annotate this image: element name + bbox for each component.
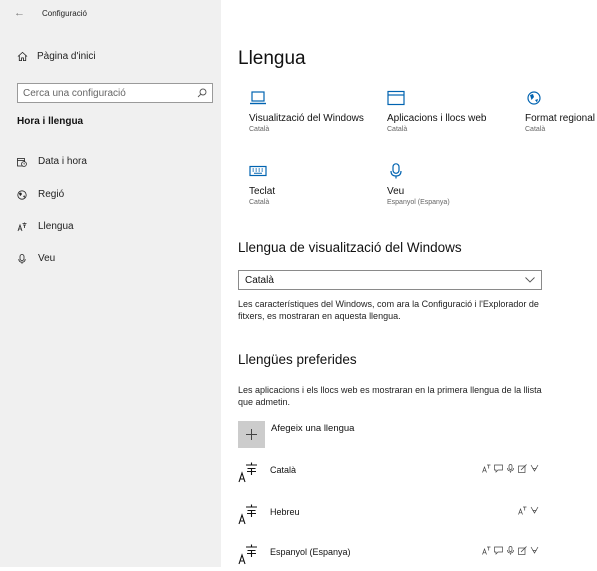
window-title: Configuració: [42, 8, 87, 18]
tile-sub: Català: [249, 126, 270, 133]
language-glyph-icon: [238, 504, 257, 525]
sidebar-item-voice[interactable]: Veu: [17, 253, 55, 264]
language-features: [482, 546, 539, 555]
speech-icon: [494, 464, 503, 473]
globe-settings-icon: [527, 91, 541, 105]
handwriting-icon: [518, 464, 527, 473]
display-language-heading: Llengua de visualització del Windows: [238, 240, 462, 255]
tile-keyboard[interactable]: Teclat Català: [249, 163, 384, 208]
sidebar-item-region[interactable]: Regió: [17, 189, 64, 200]
search-input[interactable]: [23, 87, 197, 99]
search-box[interactable]: [17, 83, 213, 103]
tile-sub: Català: [387, 126, 408, 133]
language-icon: [17, 222, 27, 231]
add-language-plus[interactable]: [238, 421, 265, 448]
preferred-languages-description: Les aplicacions i els llocs web es mostr…: [238, 385, 542, 407]
language-pack-icon: [482, 546, 491, 555]
handwriting-icon: [518, 546, 527, 555]
language-glyph-icon: [238, 462, 257, 483]
section-heading: Hora i llengua: [17, 116, 84, 127]
voice-icon: [507, 546, 514, 555]
sidebar-item-label: Llengua: [38, 221, 74, 232]
language-row-catalan[interactable]: Català: [238, 461, 553, 489]
language-name: Català: [270, 465, 297, 475]
page-title: Llengua: [238, 48, 306, 69]
language-pack-icon: [518, 506, 527, 515]
home-label: Pàgina d'inici: [37, 51, 96, 62]
tile-sub: Català: [249, 199, 270, 206]
language-pack-icon: [482, 464, 491, 473]
sidebar-item-label: Data i hora: [38, 156, 87, 167]
tile-voice[interactable]: Veu Espanyol (Espanya): [387, 163, 522, 208]
language-features: [518, 506, 539, 515]
globe-region-icon: [17, 189, 27, 200]
sidebar-item-label: Veu: [38, 253, 56, 264]
add-language-label: Afegeix una llengua: [271, 423, 355, 434]
speech-icon: [494, 546, 503, 555]
language-row-hebrew[interactable]: Hebreu: [238, 503, 553, 531]
add-language-button[interactable]: Afegeix una llengua: [238, 421, 354, 448]
tile-regional-format[interactable]: Format regional Català: [525, 90, 597, 135]
sidebar-home[interactable]: Pàgina d'inici: [17, 51, 96, 62]
language-name: Hebreu: [270, 507, 300, 517]
plus-icon: [246, 429, 257, 440]
sidebar-item-language[interactable]: Llengua: [17, 221, 74, 232]
main-content: Llengua Visualització del Windows Català…: [221, 0, 597, 567]
tile-sub: Espanyol (Espanya): [387, 199, 450, 206]
home-icon: [17, 51, 28, 62]
display-language-description: Les característiques del Windows, com ar…: [238, 299, 539, 321]
sidebar-item-date-time[interactable]: Data i hora: [17, 156, 87, 167]
sidebar-item-label: Regió: [38, 189, 65, 200]
tile-sub: Català: [525, 126, 546, 133]
browser-window-icon: [387, 90, 405, 106]
spelling-icon: [530, 464, 539, 472]
title-bar: ← Configuració: [14, 6, 87, 20]
tile-label: Teclat: [249, 186, 276, 197]
laptop-icon: [250, 91, 266, 105]
tile-apps-websites[interactable]: Aplicacions i llocs web Català: [387, 90, 522, 135]
tile-label: Format regional: [525, 113, 596, 124]
display-language-value: Català: [245, 274, 274, 286]
language-glyph-icon: [238, 544, 257, 565]
microphone-icon: [390, 163, 402, 179]
back-arrow-icon[interactable]: ←: [14, 7, 32, 19]
preferred-languages-heading: Llengües preferides: [238, 352, 357, 367]
sidebar: ← Configuració Pàgina d'inici Hora i lle…: [0, 0, 221, 567]
chevron-down-icon: [525, 277, 535, 283]
tile-windows-display[interactable]: Visualització del Windows Català: [249, 90, 384, 135]
calendar-clock-icon: [17, 157, 27, 167]
spelling-icon: [530, 546, 539, 554]
language-features: [482, 464, 539, 473]
tile-label: Aplicacions i llocs web: [387, 113, 487, 124]
language-name: Espanyol (Espanya): [270, 547, 351, 557]
tile-label: Veu: [387, 186, 405, 197]
spelling-icon: [530, 506, 539, 514]
keyboard-icon: [249, 165, 267, 177]
tile-label: Visualització del Windows: [249, 113, 364, 124]
voice-icon: [507, 464, 514, 473]
microphone-icon: [18, 253, 26, 264]
display-language-select[interactable]: Català: [238, 270, 542, 290]
search-icon[interactable]: [197, 88, 207, 98]
